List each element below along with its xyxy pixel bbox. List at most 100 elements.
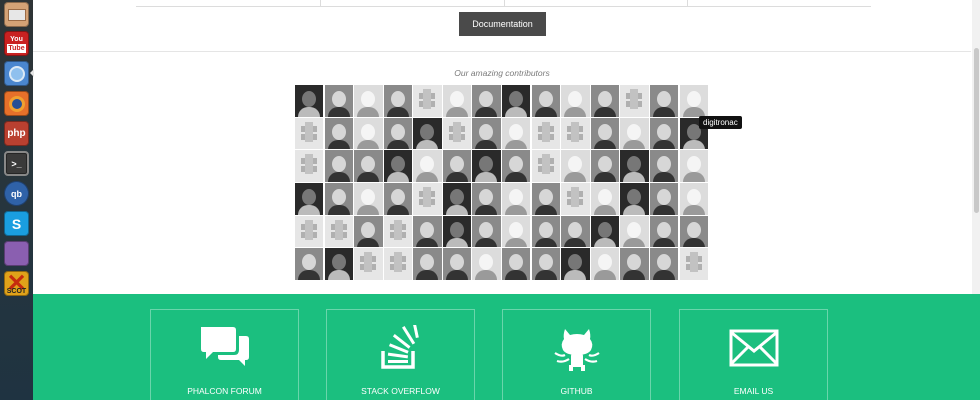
contributor-avatar[interactable] <box>679 85 708 117</box>
contributor-avatar[interactable] <box>442 248 472 281</box>
contributor-avatar[interactable] <box>324 248 353 281</box>
phalcon-forum-label[interactable]: PHALCON FORUM <box>151 386 298 396</box>
contributor-avatar[interactable] <box>679 183 708 215</box>
contributor-avatar[interactable] <box>590 215 620 248</box>
contributor-avatar[interactable] <box>413 215 442 248</box>
contributor-avatar[interactable] <box>679 215 708 248</box>
contributor-avatar[interactable] <box>531 117 561 150</box>
contributor-avatar[interactable] <box>649 150 679 183</box>
contributor-avatar[interactable] <box>679 150 708 183</box>
contributor-avatar[interactable] <box>620 183 649 215</box>
scrollbar-thumb[interactable] <box>974 48 979 213</box>
contributor-avatar[interactable] <box>442 183 472 215</box>
contributor-avatar[interactable] <box>502 85 531 117</box>
contributor-avatar[interactable] <box>620 85 649 117</box>
contributor-avatar[interactable] <box>383 150 413 183</box>
contributor-avatar[interactable] <box>472 150 501 183</box>
stack-overflow-card[interactable]: STACK OVERFLOW <box>326 309 475 411</box>
contributor-avatar[interactable] <box>413 150 442 183</box>
contributor-avatar[interactable] <box>679 248 708 281</box>
contributor-avatar[interactable] <box>561 117 590 150</box>
firefox-launcher-icon[interactable] <box>4 91 29 116</box>
contributor-avatar[interactable] <box>324 215 353 248</box>
contributor-avatar[interactable] <box>413 85 442 117</box>
contributor-avatar[interactable] <box>531 215 561 248</box>
github-label[interactable]: GITHUB <box>503 386 650 396</box>
contributor-avatar[interactable] <box>502 117 531 150</box>
contributor-avatar[interactable] <box>354 215 383 248</box>
contributor-avatar[interactable] <box>649 215 679 248</box>
contributor-avatar[interactable] <box>295 150 324 183</box>
contributor-avatar[interactable] <box>531 85 561 117</box>
documentation-button[interactable]: Documentation <box>459 12 546 36</box>
contributor-avatar[interactable] <box>649 183 679 215</box>
contributor-avatar[interactable] <box>590 85 620 117</box>
contributor-avatar[interactable] <box>383 117 413 150</box>
contributor-avatar[interactable] <box>413 248 442 281</box>
contributor-avatar[interactable] <box>472 215 501 248</box>
contributor-avatar[interactable] <box>295 215 324 248</box>
skype-launcher-icon[interactable]: S <box>4 211 29 236</box>
email-us-label[interactable]: EMAIL US <box>680 386 827 396</box>
contributor-avatar[interactable] <box>413 183 442 215</box>
contributor-avatar[interactable] <box>295 248 324 281</box>
contributor-avatar[interactable] <box>472 248 501 281</box>
chromium-launcher-icon[interactable] <box>4 61 29 86</box>
contributor-avatar[interactable] <box>502 248 531 281</box>
email-us-card[interactable]: EMAIL US <box>679 309 828 411</box>
contributor-avatar[interactable] <box>649 85 679 117</box>
contributor-avatar[interactable] <box>472 117 501 150</box>
contributor-avatar[interactable] <box>561 85 590 117</box>
app-launcher-icon[interactable] <box>4 241 29 266</box>
contributor-avatar[interactable] <box>354 117 383 150</box>
page-scrollbar[interactable] <box>972 0 980 294</box>
contributor-avatar[interactable] <box>324 150 353 183</box>
contributor-avatar[interactable] <box>561 150 590 183</box>
contributor-avatar[interactable] <box>442 117 472 150</box>
phalcon-forum-card[interactable]: PHALCON FORUM <box>150 309 299 411</box>
contributor-avatar[interactable] <box>620 117 649 150</box>
contributor-avatar[interactable] <box>442 215 472 248</box>
contributor-avatar[interactable] <box>502 150 531 183</box>
contributor-avatar[interactable] <box>354 183 383 215</box>
contributor-avatar[interactable] <box>383 248 413 281</box>
youtube-launcher-icon[interactable]: You Tube <box>4 31 29 56</box>
contributor-avatar[interactable] <box>590 248 620 281</box>
contributor-avatar[interactable] <box>620 248 649 281</box>
contributor-avatar[interactable] <box>354 150 383 183</box>
contributor-avatar[interactable] <box>561 248 590 281</box>
terminal-launcher-icon[interactable]: >_ <box>4 151 29 176</box>
contributor-avatar[interactable] <box>442 85 472 117</box>
contributor-avatar[interactable] <box>295 85 324 117</box>
contributor-avatar[interactable] <box>590 183 620 215</box>
contributor-avatar[interactable] <box>472 183 501 215</box>
php-launcher-icon[interactable]: php <box>4 121 29 146</box>
contributor-avatar[interactable] <box>561 215 590 248</box>
contributor-avatar[interactable] <box>531 183 561 215</box>
contributor-avatar[interactable] <box>295 183 324 215</box>
contributor-avatar[interactable] <box>383 183 413 215</box>
contributor-avatar[interactable] <box>354 85 383 117</box>
contributor-avatar[interactable] <box>324 117 353 150</box>
stack-overflow-label[interactable]: STACK OVERFLOW <box>327 386 474 396</box>
contributor-avatar[interactable] <box>590 150 620 183</box>
contributor-avatar[interactable] <box>383 85 413 117</box>
contributor-avatar[interactable] <box>531 150 561 183</box>
contributor-avatar[interactable] <box>442 150 472 183</box>
contributor-avatar[interactable] <box>502 183 531 215</box>
contributor-avatar[interactable] <box>590 117 620 150</box>
contributor-avatar[interactable] <box>620 150 649 183</box>
contributor-avatar[interactable] <box>561 183 590 215</box>
contributor-avatar[interactable] <box>383 215 413 248</box>
contributor-avatar[interactable] <box>295 117 324 150</box>
contributor-avatar[interactable] <box>324 183 353 215</box>
contributor-avatar[interactable] <box>502 215 531 248</box>
github-card[interactable]: GITHUB <box>502 309 651 411</box>
contributor-avatar[interactable] <box>413 117 442 150</box>
files-launcher-icon[interactable] <box>4 2 29 27</box>
contributor-avatar[interactable] <box>354 248 383 281</box>
contributor-avatar[interactable] <box>472 85 501 117</box>
contributor-avatar[interactable] <box>531 248 561 281</box>
contributor-avatar[interactable] <box>649 248 679 281</box>
contributor-avatar[interactable] <box>324 85 353 117</box>
